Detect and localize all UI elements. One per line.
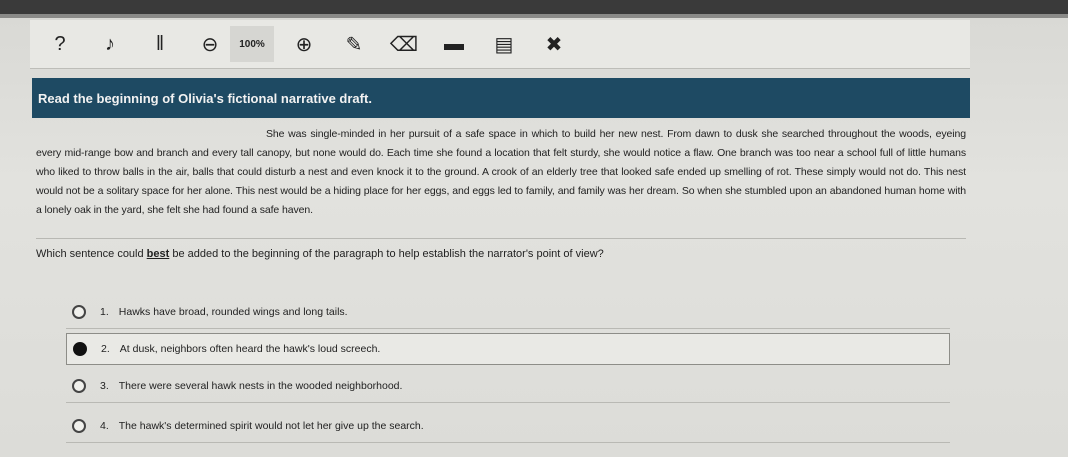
option-number: 2. [101,343,110,355]
answer-masking-icon-glyph: ▤ [494,33,514,56]
text-to-speech-icon[interactable]: ♪ [90,24,130,64]
answer-masking-icon[interactable]: ▤ [484,24,524,64]
passage-header: Read the beginning of Olivia's fictional… [32,78,970,118]
answer-option-3[interactable]: 3. There were several hawk nests in the … [66,370,950,403]
zoom-in-icon[interactable]: ⊕ [284,24,324,64]
text-to-speech-icon-glyph: ♪ [105,32,115,55]
option-number: 3. [100,380,109,392]
option-text: The hawk's determined spirit would not l… [118,420,424,432]
line-reader-icon-glyph: ▬ [444,32,464,55]
zoom-out-icon[interactable]: ⊖ [190,24,230,64]
passage-header-title: Read the beginning of Olivia's fictional… [38,90,372,106]
zoom-in-icon-glyph: ⊕ [295,33,313,56]
option-text: Hawks have broad, rounded wings and long… [118,306,348,318]
question-icon[interactable]: ? [40,24,80,64]
zoom-level-text: 100% [239,38,265,50]
question-suffix: be added to the beginning of the paragra… [169,248,604,260]
line-reader-icon[interactable]: ▬ [434,24,474,64]
question-icon-glyph: ? [54,32,66,55]
eraser-icon[interactable]: ⌫ [384,24,424,64]
pause-icon-glyph: ‖ [155,32,165,55]
answer-option-4[interactable]: 4. The hawk's determined spirit would no… [66,410,950,443]
question-stem: Which sentence could best be added to th… [36,248,966,260]
question-emphasis: best [146,248,170,260]
radio-button[interactable] [72,379,86,393]
toolbar: ? ♪ ‖ ⊖ 100% ⊕ ✎ ⌫ ▬ ▤ ✖ [30,20,970,69]
option-number: 4. [100,420,109,432]
strikethrough-icon[interactable]: ✖ [534,24,574,64]
answer-option-2[interactable]: 2. At dusk, neighbors often heard the ha… [66,333,950,365]
radio-button[interactable] [72,305,86,319]
zoom-out-icon-glyph: ⊖ [201,33,219,56]
assessment-page: ? ♪ ‖ ⊖ 100% ⊕ ✎ ⌫ ▬ ▤ ✖ Read the beginn… [0,0,1068,457]
eraser-icon-glyph: ⌫ [389,33,419,56]
pause-icon[interactable]: ‖ [140,24,180,64]
option-number: 1. [100,306,109,318]
option-text: There were several hawk nests in the woo… [118,380,403,392]
option-text: At dusk, neighbors often heard the hawk'… [119,343,381,355]
strikethrough-icon-glyph: ✖ [545,33,563,56]
answer-option-1[interactable]: 1. Hawks have broad, rounded wings and l… [66,296,950,329]
window-top-bar [0,0,1068,14]
zoom-level: 100% [230,26,274,62]
window-top-border [0,14,1068,18]
pencil-icon-glyph: ✎ [345,33,363,56]
passage-text: She was single-minded in her pursuit of … [36,128,966,216]
radio-button[interactable] [72,419,86,433]
question-prefix: Which sentence could [36,248,147,260]
radio-button-selected[interactable] [73,342,87,356]
pencil-icon[interactable]: ✎ [334,24,374,64]
passage-divider [36,238,966,239]
